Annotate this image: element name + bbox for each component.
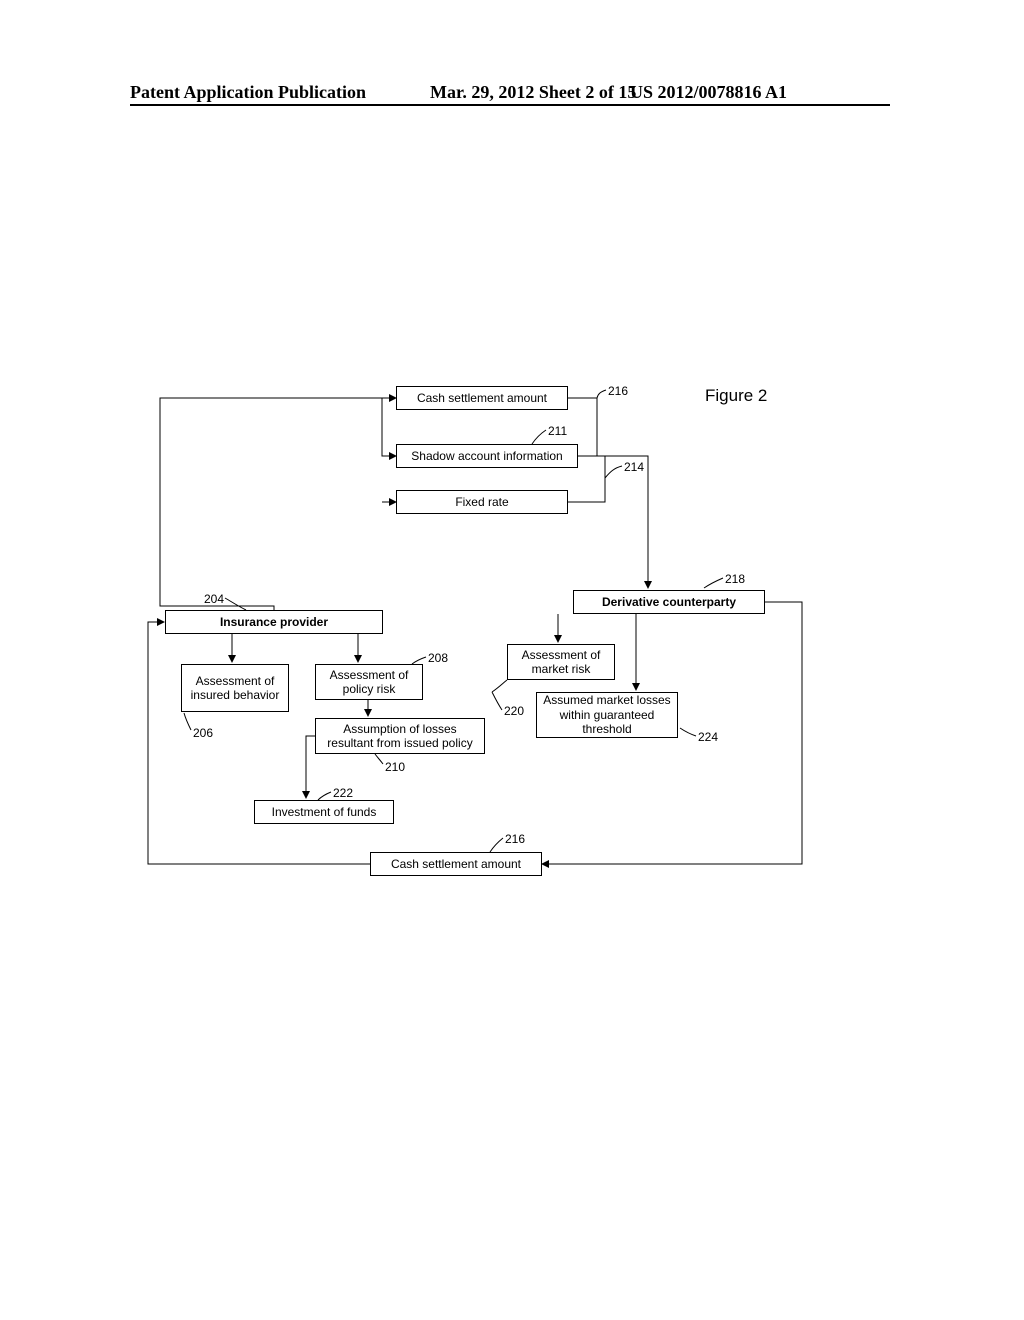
ref-216-top: 216	[608, 384, 628, 398]
box-cash-settlement-top: Cash settlement amount	[396, 386, 568, 410]
page: Patent Application Publication Mar. 29, …	[0, 0, 1024, 1320]
ref-224: 224	[698, 730, 718, 744]
box-assess-behavior: Assessment of insured behavior	[181, 664, 289, 712]
header-mid: Mar. 29, 2012 Sheet 2 of 15	[430, 82, 636, 103]
header-right: US 2012/0078816 A1	[630, 82, 787, 103]
box-fixed-rate: Fixed rate	[396, 490, 568, 514]
ref-222: 222	[333, 786, 353, 800]
ref-208: 208	[428, 651, 448, 665]
box-insurance-provider: Insurance provider	[165, 610, 383, 634]
header-rule	[130, 104, 890, 106]
box-cash-settlement-bottom: Cash settlement amount	[370, 852, 542, 876]
figure-label: Figure 2	[705, 386, 767, 406]
ref-214: 214	[624, 460, 644, 474]
ref-216-bot: 216	[505, 832, 525, 846]
box-assess-policy: Assessment of policy risk	[315, 664, 423, 700]
ref-220: 220	[504, 704, 524, 718]
box-investment-funds: Investment of funds	[254, 800, 394, 824]
ref-210: 210	[385, 760, 405, 774]
ref-218: 218	[725, 572, 745, 586]
box-assess-market: Assessment of market risk	[507, 644, 615, 680]
header-left: Patent Application Publication	[130, 82, 366, 103]
box-derivative-counterparty: Derivative counterparty	[573, 590, 765, 614]
ref-204: 204	[204, 592, 224, 606]
box-assumption-losses: Assumption of losses resultant from issu…	[315, 718, 485, 754]
box-assumed-market-losses: Assumed market losses within guaranteed …	[536, 692, 678, 738]
ref-211: 211	[548, 424, 567, 438]
ref-206: 206	[193, 726, 213, 740]
box-shadow-account: Shadow account information	[396, 444, 578, 468]
